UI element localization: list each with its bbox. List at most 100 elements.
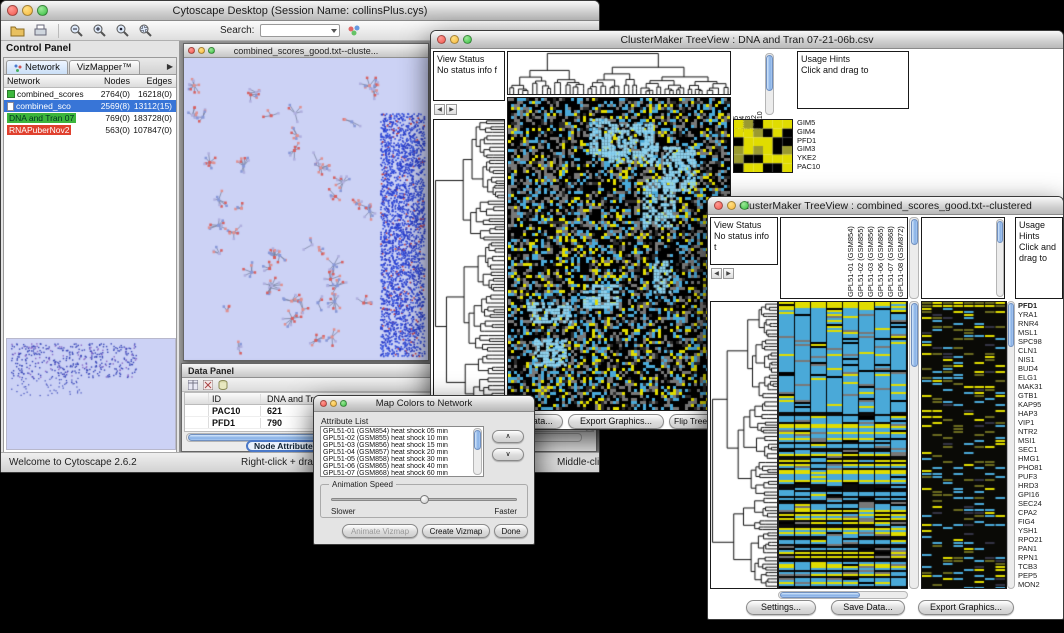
tab-vizmapper[interactable]: VizMapper™ <box>69 60 140 74</box>
zoom-window-icon[interactable] <box>740 201 749 210</box>
attribute-item[interactable]: GPL51-04 (GSM857) heat shock 20 min <box>323 449 473 456</box>
open-folder-icon[interactable] <box>9 22 26 39</box>
column-labels-vscrollbar[interactable] <box>909 217 919 299</box>
right-header-vscrollbar[interactable] <box>996 219 1004 297</box>
gene-label[interactable]: SEC24 <box>1018 499 1063 508</box>
cytoscape-titlebar[interactable]: Cytoscape Desktop (Session Name: collins… <box>1 1 599 21</box>
network-row-dna-tran[interactable]: DNA and Tran 07 769(0) 183728(0) <box>4 112 176 124</box>
zoom-window-icon[interactable] <box>463 35 472 44</box>
animation-speed-slider[interactable] <box>331 498 517 501</box>
attribute-item[interactable]: GPL51-07 (GSM868) heat shock 60 min <box>323 470 473 477</box>
gene-label[interactable]: SPC98 <box>1018 337 1063 346</box>
gene-label[interactable]: YRA1 <box>1018 310 1063 319</box>
gene-label[interactable]: HMG1 <box>1018 454 1063 463</box>
scrollbar-thumb[interactable] <box>997 221 1003 243</box>
print-icon[interactable] <box>32 22 49 39</box>
gene-label[interactable]: MSI1 <box>1018 436 1063 445</box>
gene-label[interactable]: PAN1 <box>1018 544 1063 553</box>
scroll-left-icon[interactable]: ◀ <box>434 104 445 115</box>
gene-label[interactable]: HRD3 <box>1018 481 1063 490</box>
network-row-combined-scores[interactable]: combined_scores 2764(0) 16218(0) <box>4 88 176 100</box>
gene-label[interactable]: PHO81 <box>1018 463 1063 472</box>
column-network[interactable]: Network <box>4 76 90 86</box>
column-edges[interactable]: Edges <box>130 76 174 86</box>
gene-list-vscrollbar[interactable] <box>1007 301 1015 589</box>
scroll-right-icon[interactable]: ▶ <box>723 268 734 279</box>
gene-label[interactable]: NTR2 <box>1018 427 1063 436</box>
attribute-item[interactable]: GPL51-05 (GSM858) heat shock 30 min <box>323 456 473 463</box>
slider-thumb[interactable] <box>420 495 429 504</box>
gene-label[interactable]: RPN1 <box>1018 553 1063 562</box>
treeview-dna-titlebar[interactable]: ClusterMaker TreeView : DNA and Tran 07-… <box>431 31 1063 49</box>
done-button[interactable]: Done <box>494 524 528 538</box>
scroll-left-icon[interactable]: ◀ <box>711 268 722 279</box>
scrollbar-thumb[interactable] <box>1008 303 1014 347</box>
attribute-delete-icon[interactable] <box>202 379 213 390</box>
animate-vizmap-button[interactable]: Animate Vizmap <box>342 524 418 538</box>
label-vscrollbar[interactable] <box>765 53 774 115</box>
attribute-item[interactable]: GPL51-06 (GSM865) heat shock 40 min <box>323 463 473 470</box>
close-icon[interactable] <box>320 400 327 407</box>
scroll-right-icon[interactable]: ▶ <box>446 104 457 115</box>
export-graphics-button[interactable]: Export Graphics... <box>568 414 664 429</box>
network-row-rnapuber[interactable]: RNAPuberNov2 563(0) 107847(0) <box>4 124 176 136</box>
minimize-icon[interactable] <box>198 47 205 54</box>
scrollbar-thumb[interactable] <box>474 430 481 450</box>
scrollbar-thumb[interactable] <box>766 55 773 91</box>
gene-label[interactable]: PEP5 <box>1018 571 1063 580</box>
heatmap-vscrollbar[interactable] <box>909 301 919 589</box>
attribute-list[interactable]: GPL51-01 (GSM854) heat shock 05 min GPL51… <box>320 426 484 477</box>
minimize-icon[interactable] <box>450 35 459 44</box>
zoom-out-icon[interactable] <box>68 22 85 39</box>
attribute-item[interactable]: GPL51-01 (GSM854) heat shock 05 min <box>323 428 473 435</box>
gene-label[interactable]: FIG4 <box>1018 517 1063 526</box>
network-view-canvas[interactable] <box>184 58 428 360</box>
column-id[interactable]: ID <box>209 394 261 404</box>
gene-label[interactable]: ELG1 <box>1018 373 1063 382</box>
scrollbar-thumb[interactable] <box>911 219 918 245</box>
move-up-button[interactable]: ∧ <box>492 430 524 443</box>
network-overview-thumbnail[interactable] <box>6 338 176 450</box>
attribute-batch-icon[interactable] <box>217 379 228 390</box>
zoom-selection-icon[interactable] <box>137 22 154 39</box>
vizmapper-icon[interactable] <box>346 22 363 39</box>
row-dendrogram[interactable] <box>433 119 505 413</box>
minimize-icon[interactable] <box>727 201 736 210</box>
cluster-heatmap[interactable] <box>507 97 731 411</box>
secondary-heatmap[interactable] <box>921 301 1007 589</box>
gene-label[interactable]: SEC1 <box>1018 445 1063 454</box>
search-input[interactable] <box>260 24 340 37</box>
cluster-heatmap[interactable] <box>778 301 908 589</box>
tab-network[interactable]: Network <box>6 60 68 74</box>
close-icon[interactable] <box>188 47 195 54</box>
zoom-window-icon[interactable] <box>208 47 215 54</box>
attribute-list-vscrollbar[interactable] <box>473 428 482 475</box>
gene-label[interactable]: KAP95 <box>1018 400 1063 409</box>
gene-label[interactable]: PFD1 <box>1018 301 1063 310</box>
move-down-button[interactable]: ∨ <box>492 448 524 461</box>
gene-label[interactable]: BUD4 <box>1018 364 1063 373</box>
create-v izmap-button[interactable]: Create Vizmap <box>422 524 490 538</box>
gene-label[interactable]: GTB1 <box>1018 391 1063 400</box>
gene-label[interactable]: NIS1 <box>1018 355 1063 364</box>
gene-label[interactable]: PUF3 <box>1018 472 1063 481</box>
attribute-select-icon[interactable] <box>187 379 198 390</box>
gene-label[interactable]: GPI16 <box>1018 490 1063 499</box>
zoom-window-icon[interactable] <box>37 5 48 16</box>
close-icon[interactable] <box>437 35 446 44</box>
column-dendrogram[interactable] <box>507 51 731 95</box>
row-dendrogram[interactable] <box>710 301 778 589</box>
gene-label[interactable]: CPA2 <box>1018 508 1063 517</box>
gene-label[interactable]: YSH1 <box>1018 526 1063 535</box>
scrollbar-thumb[interactable] <box>780 592 860 598</box>
gene-label[interactable]: VIP1 <box>1018 418 1063 427</box>
close-icon[interactable] <box>714 201 723 210</box>
gene-label[interactable]: HAP3 <box>1018 409 1063 418</box>
gene-label[interactable]: MAK31 <box>1018 382 1063 391</box>
search-combo-arrow-icon[interactable] <box>331 29 337 33</box>
settings-button[interactable]: Settings... <box>746 600 816 615</box>
gene-label[interactable]: MSL1 <box>1018 328 1063 337</box>
save-data-button[interactable]: Save Data... <box>831 600 905 615</box>
gene-label[interactable]: RPO21 <box>1018 535 1063 544</box>
tab-overflow-icon[interactable]: ▶ <box>167 62 173 71</box>
